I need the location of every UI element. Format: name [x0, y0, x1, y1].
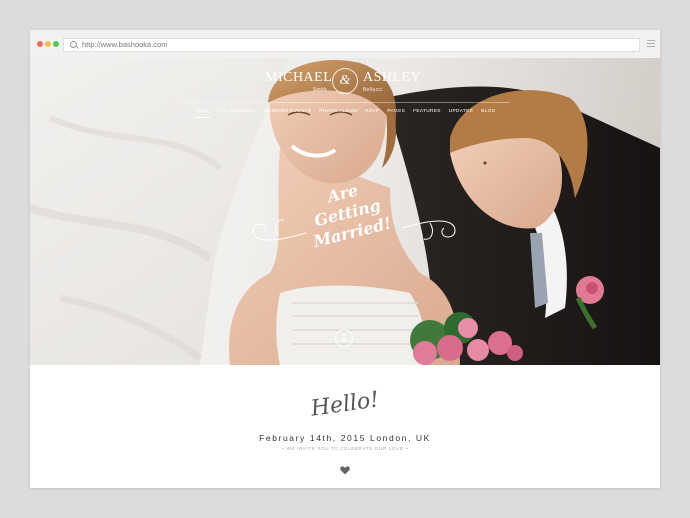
nav-item-blog[interactable]: BLOG	[481, 107, 496, 117]
bride-name: ASHLEY	[363, 70, 422, 85]
groom-surname: Smith	[312, 87, 327, 93]
nav-item-features[interactable]: FEATURES	[413, 107, 441, 117]
address-bar[interactable]: http://www.bashooka.com	[63, 38, 640, 52]
nav-item-pages[interactable]: PAGES	[387, 107, 405, 117]
maximize-window-button[interactable]	[53, 41, 59, 47]
search-icon	[70, 41, 77, 48]
heart-icon	[340, 466, 350, 475]
nav-item-rsvp[interactable]: RSVP	[365, 107, 379, 117]
browser-window: http://www.bashooka.com MICHAEL Smith & …	[30, 30, 660, 488]
nav-divider	[180, 102, 510, 103]
close-window-button[interactable]	[37, 41, 43, 47]
welcome-section: Hello! February 14th, 2015 London, UK ~ …	[30, 365, 660, 488]
ampersand-emblem: &	[332, 68, 358, 94]
greeting-heading: Hello!	[309, 387, 381, 422]
bride-surname: Bellucci	[363, 87, 383, 93]
invite-text: ~ WE INVITE YOU TO CELEBRATE OUR LOVE ~	[281, 447, 409, 452]
address-bar-url[interactable]: http://www.bashooka.com	[82, 39, 167, 51]
main-nav: HOME THE WEDDING WEDDING EVENTS PHOTO AL…	[30, 107, 660, 118]
date-location: February 14th, 2015 London, UK	[259, 433, 431, 443]
scroll-down-button[interactable]	[335, 329, 353, 347]
site-logo[interactable]: MICHAEL Smith & ASHLEY Bellucci	[30, 68, 660, 96]
hero-section: MICHAEL Smith & ASHLEY Bellucci HOME THE…	[30, 58, 660, 365]
minimize-window-button[interactable]	[45, 41, 51, 47]
nav-item-wedding-events[interactable]: WEDDING EVENTS	[263, 107, 311, 117]
arrow-down-icon	[340, 333, 348, 343]
nav-item-photo-album[interactable]: PHOTO ALBUM	[319, 107, 357, 117]
menu-icon[interactable]	[647, 40, 655, 48]
nav-item-updates[interactable]: UPDATES	[449, 107, 473, 117]
groom-name: MICHAEL	[265, 70, 333, 85]
browser-toolbar: http://www.bashooka.com	[30, 30, 660, 59]
nav-item-home[interactable]: HOME	[194, 107, 210, 118]
nav-item-the-wedding[interactable]: THE WEDDING	[218, 107, 255, 117]
